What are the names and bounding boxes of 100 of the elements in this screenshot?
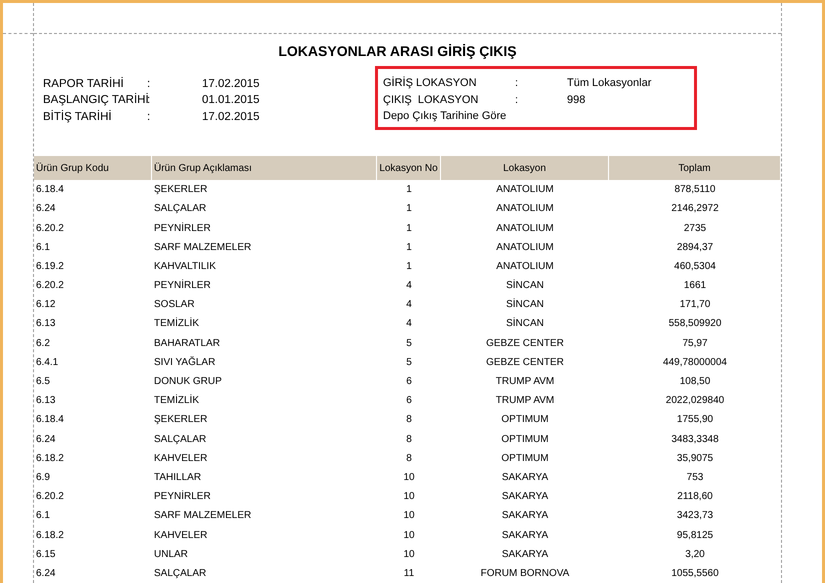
location-cell-text: ANATOLIUM bbox=[495, 183, 555, 198]
group-description-cell-text: TEMİZLİK bbox=[153, 316, 200, 332]
location-number-cell-text: 10 bbox=[402, 490, 416, 504]
total-cell-text: 460,5304 bbox=[673, 260, 717, 274]
total-cell-text: 878,5110 bbox=[674, 183, 716, 198]
location-number-cell-text: 10 bbox=[402, 470, 416, 485]
group-code-cell-text: 6.18.2 bbox=[35, 452, 65, 466]
group-description-cell-text: PEYNİRLER bbox=[153, 489, 212, 504]
group-description-cell-text: ŞEKERLER bbox=[153, 413, 208, 428]
location-number-cell-text: 4 bbox=[405, 279, 413, 294]
group-code-cell-text: 6.20.2 bbox=[35, 279, 65, 294]
group-description-cell-text: SARF MALZEMELER bbox=[153, 509, 252, 524]
group-description-cell-text: SALÇALAR bbox=[153, 202, 208, 216]
location-cell-text: SAKARYA bbox=[500, 509, 550, 524]
group-description-cell-text: SOSLAR bbox=[153, 298, 196, 312]
info-value: 01.01.2015 bbox=[202, 93, 260, 108]
group-description-cell-text: PEYNİRLER bbox=[153, 221, 212, 236]
group-code-cell-text: 6.19.2 bbox=[35, 260, 65, 274]
location-number-cell-text: 1 bbox=[405, 240, 413, 255]
info-separator: : bbox=[515, 76, 520, 92]
group-code-cell-text: 6.18.4 bbox=[35, 183, 65, 198]
location-number-cell-text: 10 bbox=[402, 528, 416, 543]
group-code-cell-text: 6.20.2 bbox=[35, 490, 65, 504]
total-cell-text: 2118,60 bbox=[676, 490, 714, 504]
location-number-cell-text: 6 bbox=[405, 394, 413, 408]
group-code-cell-text: 6.18.4 bbox=[35, 413, 65, 428]
group-description-cell-text: KAHVELER bbox=[153, 528, 208, 543]
total-cell-text: 2735 bbox=[682, 222, 708, 236]
location-cell-text: FORUM BORNOVA bbox=[480, 566, 570, 581]
location-number-cell-text: 4 bbox=[405, 298, 413, 312]
group-description-cell-text: DONUK GRUP bbox=[153, 375, 223, 390]
location-cell-text: SAKARYA bbox=[500, 470, 550, 485]
location-cell-text: GEBZE CENTER bbox=[485, 336, 565, 351]
group-code-cell-text: 6.9 bbox=[35, 470, 51, 485]
location-cell-text: ANATOLIUM bbox=[495, 260, 555, 274]
total-cell-text: 1755,90 bbox=[676, 413, 714, 428]
group-description-cell-text: SALÇALAR bbox=[153, 566, 208, 581]
group-code-cell-text: 6.13 bbox=[35, 317, 56, 332]
total-cell-text: 1055,5560 bbox=[670, 566, 720, 581]
location-number-cell-text: 10 bbox=[402, 548, 416, 562]
location-cell-text: SAKARYA bbox=[500, 490, 550, 504]
group-code-cell-text: 6.24 bbox=[35, 566, 56, 581]
group-description-cell-text: UNLAR bbox=[153, 548, 189, 562]
total-cell-text: 3423,73 bbox=[676, 509, 714, 524]
location-cell-text: OPTIMUM bbox=[500, 452, 550, 466]
group-description-cell-text: KAHVELER bbox=[153, 452, 208, 466]
total-cell-text: 108,50 bbox=[678, 375, 712, 390]
info-label: ÇIKIŞ LOKASYON bbox=[383, 92, 480, 108]
total-cell-text: 1661 bbox=[682, 279, 708, 294]
total-cell-text: 3,20 bbox=[684, 548, 706, 562]
group-description-cell-text: BAHARATLAR bbox=[153, 336, 221, 351]
total-cell-text: 2022,029840 bbox=[664, 394, 726, 408]
total-cell-text: 3483,3348 bbox=[670, 432, 720, 447]
group-code-cell-text: 6.24 bbox=[35, 202, 56, 216]
location-cell-text: SİNCAN bbox=[505, 316, 545, 332]
group-code-cell-text: 6.5 bbox=[35, 375, 51, 390]
location-cell-text: SAKARYA bbox=[500, 548, 550, 562]
info-separator: : bbox=[147, 76, 152, 92]
group-code-cell-text: 6.4.1 bbox=[35, 356, 60, 370]
total-cell-text: 95,8125 bbox=[676, 528, 714, 543]
location-cell-text: TRUMP AVM bbox=[494, 375, 556, 390]
total-cell-text: 753 bbox=[686, 470, 704, 485]
column-header: Ürün Grup Kodu bbox=[34, 156, 152, 180]
group-code-cell-text: 6.12 bbox=[35, 298, 56, 312]
info-separator: : bbox=[147, 110, 152, 125]
location-number-cell-text: 11 bbox=[402, 566, 416, 581]
group-code-cell-text: 6.15 bbox=[35, 548, 56, 562]
group-description-cell-text: TEMİZLİK bbox=[153, 393, 200, 408]
info-value: 998 bbox=[567, 92, 586, 108]
location-number-cell-text: 6 bbox=[405, 375, 413, 390]
location-cell-text: ANATOLIUM bbox=[495, 202, 555, 216]
location-cell-text: OPTIMUM bbox=[500, 413, 550, 428]
group-code-cell-text: 6.13 bbox=[35, 394, 56, 408]
info-label: BİTİŞ TARİHİ bbox=[43, 109, 113, 125]
total-cell-text: 558,509920 bbox=[668, 317, 722, 332]
info-separator: : bbox=[515, 92, 520, 108]
location-number-cell-text: 8 bbox=[405, 432, 413, 447]
group-description-cell-text: SARF MALZEMELER bbox=[153, 240, 252, 255]
info-separator: : bbox=[147, 94, 152, 108]
group-description-cell-text: KAHVALTILIK bbox=[153, 260, 217, 274]
column-header: Ürün Grup Açıklaması bbox=[152, 156, 377, 180]
group-code-cell-text: 6.1 bbox=[35, 509, 51, 524]
location-number-cell-text: 1 bbox=[405, 183, 413, 198]
group-code-cell-text: 6.18.2 bbox=[35, 528, 65, 543]
group-description-cell-text: SIVI YAĞLAR bbox=[153, 355, 216, 370]
note-text: Depo Çıkış Tarihine Göre bbox=[383, 109, 506, 124]
location-number-cell-text: 1 bbox=[405, 222, 413, 236]
total-cell-text: 171,70 bbox=[678, 298, 712, 312]
location-cell-text: TRUMP AVM bbox=[494, 394, 556, 408]
location-cell-text: ANATOLIUM bbox=[495, 240, 555, 255]
total-cell-text: 2894,37 bbox=[676, 240, 714, 255]
group-code-cell-text: 6.1 bbox=[35, 240, 51, 255]
group-description-cell-text: SALÇALAR bbox=[153, 432, 208, 447]
location-number-cell-text: 5 bbox=[405, 336, 413, 351]
location-cell-text: OPTIMUM bbox=[500, 432, 550, 447]
group-code-cell-text: 6.2 bbox=[35, 336, 51, 351]
total-cell-text: 35,9075 bbox=[676, 452, 714, 466]
column-header: Lokasyon bbox=[441, 156, 609, 180]
column-header: Toplam bbox=[609, 156, 781, 180]
info-value: Tüm Lokasyonlar bbox=[567, 76, 652, 92]
